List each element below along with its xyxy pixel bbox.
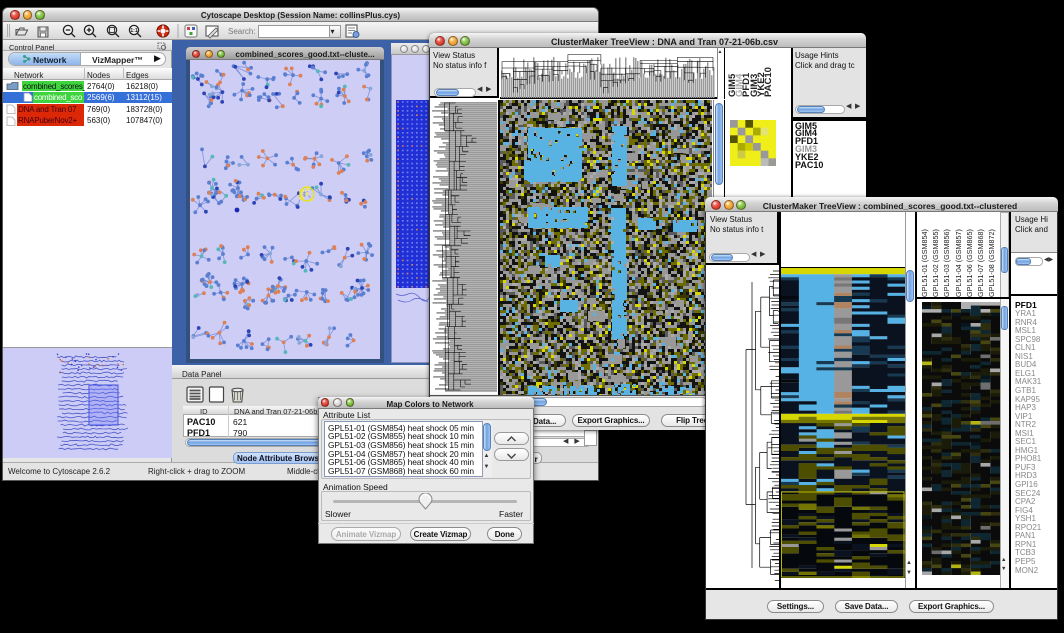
- svg-text:1:1: 1:1: [130, 28, 137, 34]
